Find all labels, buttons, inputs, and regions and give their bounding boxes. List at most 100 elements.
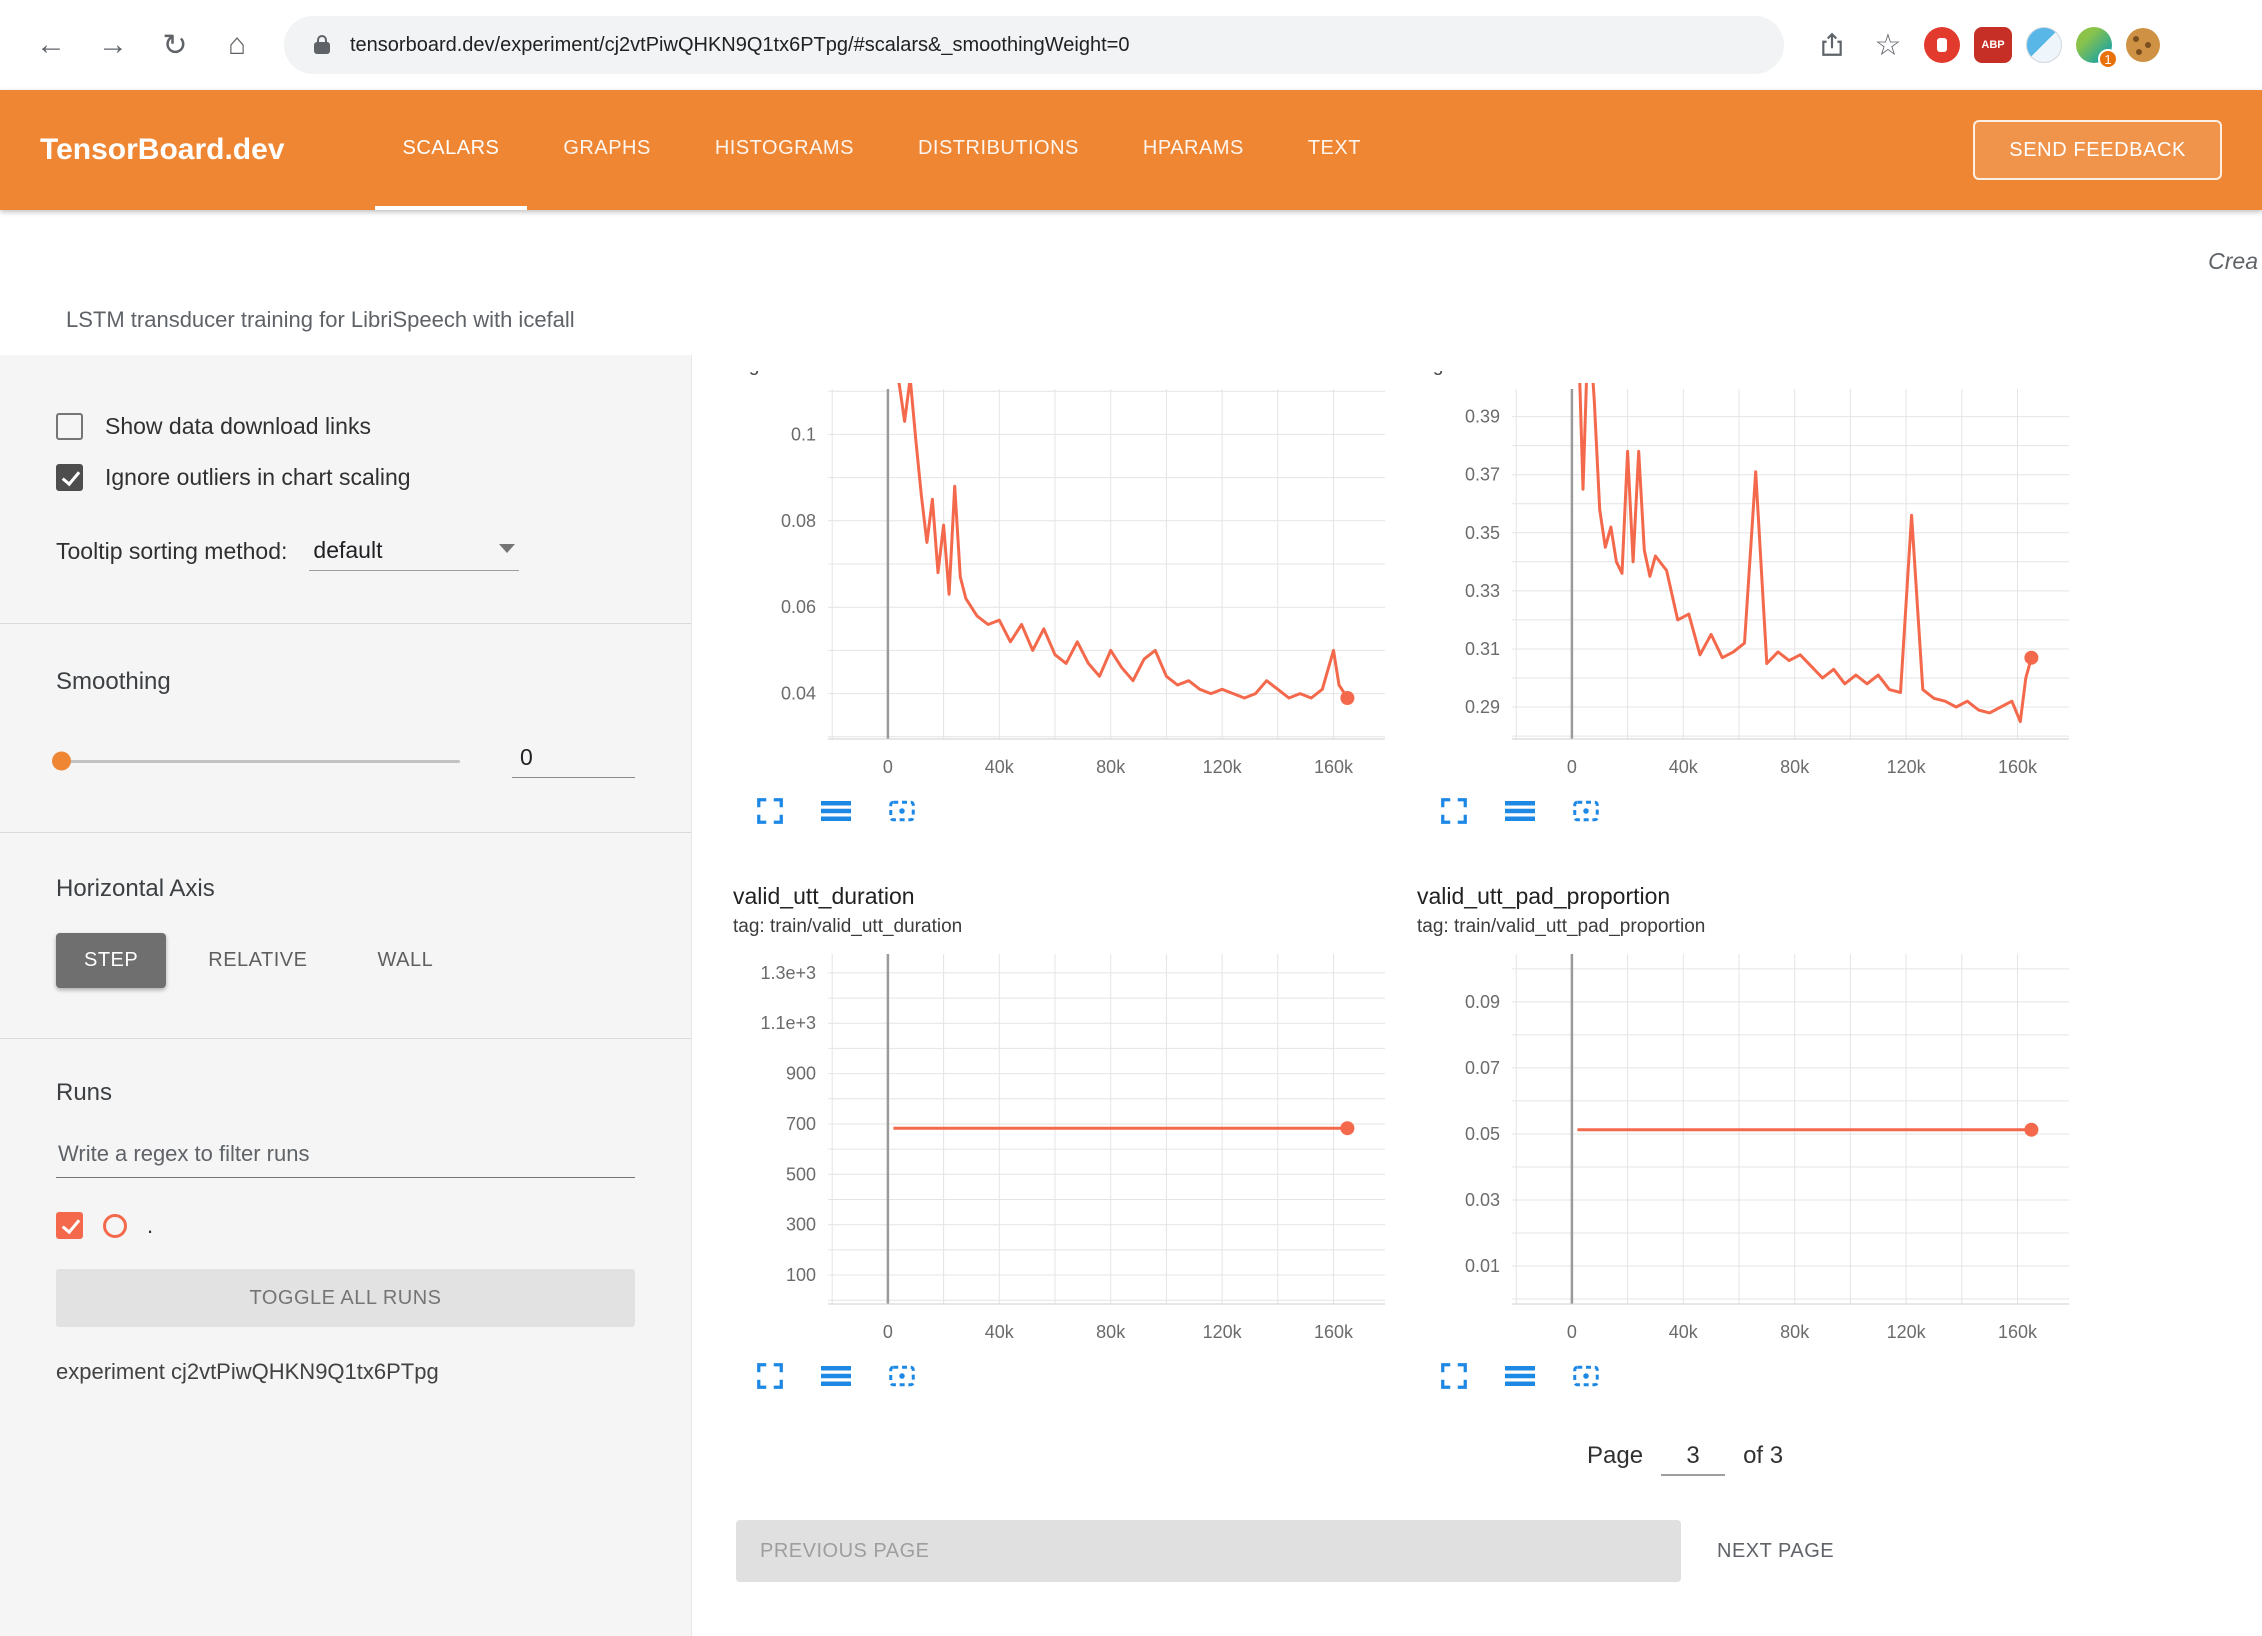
chart-card-top-left: tag: train/… 0.040.060.080.1040k80k120k1… [733, 371, 1393, 831]
ignore-outliers-row: Ignore outliers in chart scaling [56, 464, 635, 491]
svg-text:0.35: 0.35 [1465, 523, 1500, 543]
svg-text:0.29: 0.29 [1465, 697, 1500, 717]
svg-text:500: 500 [786, 1164, 816, 1184]
svg-text:0: 0 [883, 1322, 893, 1342]
svg-text:80k: 80k [1780, 1322, 1810, 1342]
next-page-button[interactable]: NEXT PAGE [1717, 1540, 1834, 1563]
pager-buttons: PREVIOUS PAGE NEXT PAGE [736, 1520, 2262, 1582]
subheader: Crea LSTM transducer training for LibriS… [0, 210, 2262, 355]
smoothing-value-input[interactable]: 0 [512, 744, 635, 778]
show-download-links-checkbox[interactable] [56, 413, 83, 440]
profile-badge: 1 [2098, 49, 2118, 69]
url-text[interactable]: tensorboard.dev/experiment/cj2vtPiwQHKN9… [350, 34, 1129, 57]
abp-extension-icon[interactable]: ABP [1974, 27, 2012, 63]
profile-avatar[interactable]: 1 [2076, 27, 2112, 63]
run-checkbox[interactable] [56, 1212, 83, 1239]
line-chart-top-left[interactable]: 0.040.060.080.1040k80k120k160k [733, 383, 1393, 781]
ignore-outliers-checkbox[interactable] [56, 464, 83, 491]
runs-filter-input[interactable] [56, 1141, 635, 1178]
share-icon[interactable] [1812, 16, 1852, 74]
previous-page-button[interactable]: PREVIOUS PAGE [736, 1520, 1681, 1582]
chart-card-valid-utt-duration: valid_utt_duration tag: train/valid_utt_… [733, 883, 1393, 1396]
svg-text:40k: 40k [985, 757, 1015, 777]
horizontal-lines-icon[interactable] [821, 1361, 851, 1391]
svg-text:0.1: 0.1 [791, 424, 816, 444]
page-number-input[interactable]: 3 [1661, 1442, 1725, 1476]
axis-wall-button[interactable]: WALL [349, 933, 461, 988]
axis-step-button[interactable]: STEP [56, 933, 166, 988]
page-label: Page [1587, 1442, 1643, 1470]
tab-graphs[interactable]: GRAPHS [535, 90, 678, 210]
horizontal-lines-icon[interactable] [821, 796, 851, 826]
reload-icon[interactable]: ↻ [146, 16, 204, 74]
home-icon[interactable]: ⌂ [208, 16, 266, 74]
brand-title: TensorBoard.dev [40, 133, 285, 167]
divider [0, 623, 691, 624]
fit-domain-icon[interactable] [1571, 796, 1601, 826]
chart-tag: tag: train/valid_utt_pad_proportion [1417, 916, 2077, 938]
tab-hparams[interactable]: HPARAMS [1115, 90, 1272, 210]
tab-distributions[interactable]: DISTRIBUTIONS [890, 90, 1107, 210]
expand-icon[interactable] [1439, 796, 1469, 826]
expand-icon[interactable] [755, 796, 785, 826]
runs-heading: Runs [56, 1079, 635, 1107]
svg-text:80k: 80k [1096, 757, 1126, 777]
svg-text:0.31: 0.31 [1465, 639, 1500, 659]
svg-text:0.39: 0.39 [1465, 407, 1500, 427]
smoothing-slider-thumb[interactable] [52, 752, 71, 771]
horizontal-axis-buttons: STEP RELATIVE WALL [56, 933, 635, 988]
svg-text:0.37: 0.37 [1465, 465, 1500, 485]
fit-domain-icon[interactable] [1571, 1361, 1601, 1391]
pagination: Page 3 of 3 [1587, 1442, 2262, 1476]
fit-domain-icon[interactable] [887, 1361, 917, 1391]
svg-text:0: 0 [883, 757, 893, 777]
expand-icon[interactable] [755, 1361, 785, 1391]
experiment-id-text: experiment cj2vtPiwQHKN9Q1tx6PTpg [56, 1359, 635, 1385]
svg-text:0.08: 0.08 [781, 511, 816, 531]
nav-tabs: SCALARS GRAPHS HISTOGRAMS DISTRIBUTIONS … [375, 90, 1389, 210]
ignore-outliers-label: Ignore outliers in chart scaling [105, 464, 411, 491]
svg-text:120k: 120k [1203, 757, 1243, 777]
horizontal-lines-icon[interactable] [1505, 796, 1535, 826]
charts-grid: tag: train/… 0.040.060.080.1040k80k120k1… [733, 371, 2262, 1396]
fit-domain-icon[interactable] [887, 796, 917, 826]
line-chart-top-right[interactable]: 0.290.310.330.350.370.39040k80k120k160k [1417, 383, 2077, 781]
cookie-icon[interactable] [2126, 28, 2160, 62]
svg-text:160k: 160k [1314, 757, 1354, 777]
show-download-links-row: Show data download links [56, 413, 635, 440]
svg-text:0.09: 0.09 [1465, 992, 1500, 1012]
send-feedback-button[interactable]: SEND FEEDBACK [1973, 120, 2222, 180]
chart-card-valid-utt-pad-proportion: valid_utt_pad_proportion tag: train/vali… [1417, 883, 2077, 1396]
horizontal-lines-icon[interactable] [1505, 1361, 1535, 1391]
back-icon[interactable]: ← [22, 16, 80, 74]
line-chart-valid-utt-duration[interactable]: 1003005007009001.1e+31.3e+3040k80k120k16… [733, 948, 1393, 1346]
svg-text:300: 300 [786, 1215, 816, 1235]
page-of-label: of 3 [1743, 1442, 1783, 1470]
line-chart-valid-utt-pad-proportion[interactable]: 0.010.030.050.070.09040k80k120k160k [1417, 948, 2077, 1346]
forward-icon[interactable]: → [84, 16, 142, 74]
svg-text:1.1e+3: 1.1e+3 [760, 1013, 816, 1033]
tab-scalars[interactable]: SCALARS [375, 90, 528, 210]
settings-sidebar: Show data download links Ignore outliers… [0, 355, 692, 1636]
svg-text:120k: 120k [1887, 757, 1927, 777]
axis-relative-button[interactable]: RELATIVE [180, 933, 335, 988]
expand-icon[interactable] [1439, 1361, 1469, 1391]
svg-text:160k: 160k [1314, 1322, 1354, 1342]
chevron-down-icon [499, 544, 515, 553]
svg-text:100: 100 [786, 1265, 816, 1285]
toggle-all-runs-button[interactable]: TOGGLE ALL RUNS [56, 1269, 635, 1327]
svg-text:0.03: 0.03 [1465, 1190, 1500, 1210]
tooltip-sorting-dropdown[interactable]: default [309, 537, 519, 571]
lock-icon [310, 33, 334, 57]
svg-text:0.01: 0.01 [1465, 1256, 1500, 1276]
tab-text[interactable]: TEXT [1280, 90, 1389, 210]
bookmark-star-icon[interactable]: ☆ [1866, 16, 1910, 74]
svg-text:40k: 40k [1669, 1322, 1699, 1342]
smoothing-slider-row: 0 [56, 744, 635, 778]
blue-extension-icon[interactable] [2026, 27, 2062, 63]
tab-histograms[interactable]: HISTOGRAMS [687, 90, 882, 210]
url-bar[interactable]: tensorboard.dev/experiment/cj2vtPiwQHKN9… [284, 16, 1784, 74]
svg-text:160k: 160k [1998, 1322, 2038, 1342]
adblock-extension-icon[interactable] [1924, 27, 1960, 63]
smoothing-slider[interactable] [56, 760, 460, 763]
